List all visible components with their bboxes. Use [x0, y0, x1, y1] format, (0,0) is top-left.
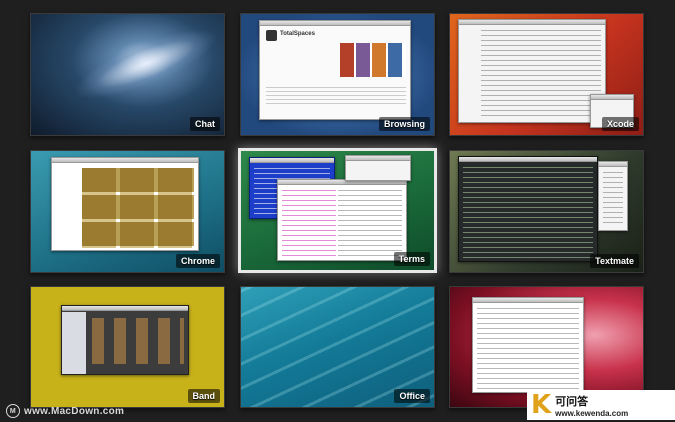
- document-window[interactable]: [472, 297, 584, 393]
- space-tile-band[interactable]: Band: [30, 286, 225, 408]
- textmate-editor[interactable]: [458, 156, 598, 262]
- macdown-logo-icon: M: [6, 404, 20, 418]
- feature-row: [266, 87, 406, 107]
- space-tile-browsing[interactable]: TotalSpaces Browsing: [240, 13, 435, 136]
- terminal-window-back[interactable]: [345, 155, 411, 181]
- space-label-xcode: Xcode: [601, 117, 639, 131]
- kewenda-logo-icon: K: [531, 390, 552, 420]
- textmate-file-drawer[interactable]: [598, 161, 628, 231]
- browser-page-title: TotalSpaces: [280, 31, 315, 37]
- app-logo-icon: [266, 30, 277, 41]
- terminal-window-white[interactable]: [277, 179, 407, 261]
- browser-window[interactable]: TotalSpaces: [259, 20, 411, 120]
- xcode-window[interactable]: [458, 19, 606, 123]
- space-tile-terms[interactable]: Terms: [238, 148, 437, 273]
- spaces-grid: Chat TotalSpaces Browsing Xcode Chrome T…: [0, 0, 675, 422]
- watermark-right-cn: 可问答: [555, 395, 589, 408]
- galaxy-wallpaper: [68, 17, 224, 111]
- space-label-chat: Chat: [190, 117, 220, 131]
- document-text: [477, 306, 579, 389]
- garageband-window[interactable]: [61, 305, 189, 375]
- project-sidebar: [62, 312, 86, 374]
- watermark-left: M www.MacDown.com: [6, 404, 124, 418]
- space-label-terms: Terms: [393, 252, 430, 266]
- watermark-right-url: www.kewenda.com: [555, 408, 629, 418]
- watermark-left-text: www.MacDown.com: [24, 405, 125, 417]
- browser-titlebar: [260, 21, 410, 26]
- code-editor: [481, 28, 601, 119]
- space-tile-office[interactable]: Office: [240, 286, 435, 408]
- space-tile-chat[interactable]: Chat: [30, 13, 225, 136]
- space-label-browsing: Browsing: [378, 117, 430, 131]
- image-gallery: [82, 168, 194, 248]
- chrome-window[interactable]: [51, 157, 199, 251]
- space-label-chrome: Chrome: [175, 254, 220, 268]
- space-tile-chrome[interactable]: Chrome: [30, 150, 225, 273]
- space-label-textmate: Textmate: [590, 254, 639, 268]
- watermark-right: K 可问答 www.kewenda.com: [527, 390, 675, 420]
- space-tile-textmate[interactable]: Textmate: [449, 150, 644, 273]
- screenshot-thumbnails: [340, 43, 406, 77]
- space-tile-xcode[interactable]: Xcode: [449, 13, 644, 136]
- instrument-icons: [92, 318, 184, 364]
